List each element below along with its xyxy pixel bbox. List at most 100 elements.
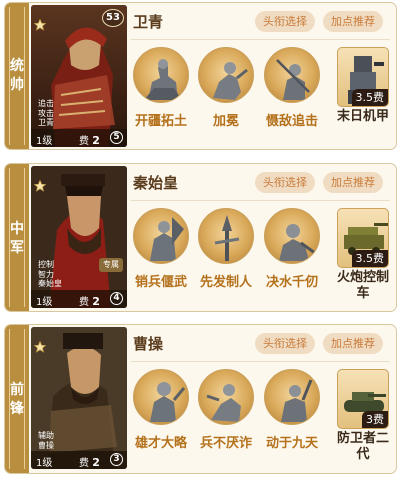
warrior-spear-icon xyxy=(264,47,320,103)
warrior-kneel-icon xyxy=(264,208,320,264)
points-recommend-button[interactable]: 加点推荐 xyxy=(323,172,383,193)
warrior-raise-icon xyxy=(264,369,320,425)
rider-statue-icon xyxy=(133,47,189,103)
skill-3[interactable]: 慑敌追击 xyxy=(261,47,323,129)
hero-name: 曹操 xyxy=(133,335,164,353)
skill-name: 雄才大略 xyxy=(134,436,187,451)
points-recommend-button[interactable]: 加点推荐 xyxy=(323,333,383,354)
trait-text: 追击 xyxy=(38,99,54,108)
hero-cost: 费 2 xyxy=(79,454,100,469)
extra-ring: 3 xyxy=(110,453,123,466)
trait-text: 曹操 xyxy=(38,440,54,450)
general-banner-icon xyxy=(133,208,189,264)
hero-cost: 费 2 xyxy=(79,132,100,147)
trait-text: 攻击 xyxy=(38,108,54,118)
trait-text: 秦始皇 xyxy=(38,279,62,288)
position-char-2: 帅 xyxy=(10,77,24,93)
position-label: 中 军 xyxy=(5,220,29,258)
extra-ring: 5 xyxy=(110,131,123,144)
skill-2[interactable]: 先发制人 xyxy=(195,208,257,290)
star-icon xyxy=(34,19,46,47)
skill-1[interactable]: 开疆拓土 xyxy=(130,47,192,129)
skill-name: 加冕 xyxy=(212,114,239,129)
title-select-button[interactable]: 头衔选择 xyxy=(255,11,315,32)
title-select-button[interactable]: 头衔选择 xyxy=(255,172,315,193)
lineup-card-1: 统 帅 53 追击 攻击 卫青 1级 费 2 5 卫青 头衔选择 加点推荐 开疆… xyxy=(4,2,397,150)
hero-level: 1级 xyxy=(36,297,53,308)
skill-3[interactable]: 决水千仞 xyxy=(261,208,323,290)
star-icon xyxy=(34,341,46,417)
star-rating xyxy=(34,180,48,260)
star-icon xyxy=(34,341,46,369)
hero-stat-bar: 1级 费 2 3 xyxy=(31,451,127,469)
position-char-2: 锋 xyxy=(10,401,24,417)
hero-traits: 控制 智力 秦始皇 xyxy=(38,260,62,289)
hero-name: 卫青 xyxy=(133,13,164,31)
season-badge: 53 xyxy=(102,9,124,27)
hero-traits: 辅助 曹操 xyxy=(38,431,54,450)
skill-name: 慑敌追击 xyxy=(265,114,318,129)
hero-portrait[interactable]: 控制 智力 秦始皇 专属 1级 费 2 4 xyxy=(31,166,127,308)
lineup-card-3: 前 锋 辅助 曹操 1级 费 2 3 曹操 头衔选择 加点推荐 雄才大略 兵不厌… xyxy=(4,324,397,474)
star-icon xyxy=(34,180,46,208)
cannon-cart-icon: 3.5费 xyxy=(337,208,389,268)
skill-name: 销兵偃武 xyxy=(134,275,187,290)
item-cost: 3费 xyxy=(362,411,388,428)
equipment-item[interactable]: 3.5费 末日机甲 xyxy=(333,47,393,125)
position-char-1: 中 xyxy=(10,221,24,237)
warrior-crouch-icon xyxy=(198,47,254,103)
star-rating xyxy=(34,341,48,421)
position-label: 统 帅 xyxy=(5,57,29,95)
star-icon xyxy=(34,19,46,95)
skill-name: 先发制人 xyxy=(199,275,252,290)
trait-text: 控制 xyxy=(38,260,54,269)
cost-value: 2 xyxy=(92,134,100,147)
hero-name: 秦始皇 xyxy=(133,174,179,192)
trait-text: 卫青 xyxy=(38,118,54,127)
divider xyxy=(131,200,390,201)
star-icon xyxy=(34,19,46,79)
hero-traits: 追击 攻击 卫青 xyxy=(38,99,54,128)
skill-name: 决水千仞 xyxy=(265,275,318,290)
cost-value: 2 xyxy=(92,456,100,469)
hero-cost: 费 2 xyxy=(79,293,100,308)
hero-level: 1级 xyxy=(36,136,53,147)
cost-label: 费 xyxy=(79,297,89,308)
points-recommend-button[interactable]: 加点推荐 xyxy=(323,11,383,32)
star-icon xyxy=(34,341,46,401)
mech-icon: 3.5费 xyxy=(337,47,389,107)
cost-label: 费 xyxy=(79,136,89,147)
position-char-2: 军 xyxy=(10,240,24,256)
star-icon xyxy=(34,180,46,240)
skill-name: 动于九天 xyxy=(265,436,318,451)
item-name: 防卫者二代 xyxy=(336,431,389,462)
hero-level: 1级 xyxy=(36,458,53,469)
skill-2[interactable]: 兵不厌诈 xyxy=(195,369,257,451)
title-select-button[interactable]: 头衔选择 xyxy=(255,333,315,354)
skill-1[interactable]: 销兵偃武 xyxy=(130,208,192,290)
divider xyxy=(131,39,390,40)
hero-stat-bar: 1级 费 2 4 xyxy=(31,290,127,308)
skill-1[interactable]: 雄才大略 xyxy=(130,369,192,451)
skill-name: 开疆拓土 xyxy=(134,114,187,129)
hero-portrait[interactable]: 53 追击 攻击 卫青 1级 费 2 5 xyxy=(31,5,127,147)
position-char-1: 前 xyxy=(10,382,24,398)
lineup-card-2: 中 军 控制 智力 秦始皇 专属 1级 费 2 4 秦始皇 头衔选择 加点推荐 … xyxy=(4,163,397,312)
equipment-item[interactable]: 3费 防卫者二代 xyxy=(333,369,393,463)
trait-text: 智力 xyxy=(38,269,54,279)
item-name: 火炮控制车 xyxy=(336,270,389,301)
skill-name: 兵不厌诈 xyxy=(199,436,252,451)
item-cost: 3.5费 xyxy=(351,89,388,106)
skill-3[interactable]: 动于九天 xyxy=(261,369,323,451)
tank-icon: 3费 xyxy=(337,369,389,429)
hero-portrait[interactable]: 辅助 曹操 1级 费 2 3 xyxy=(31,327,127,469)
star-icon xyxy=(34,341,46,385)
position-label: 前 锋 xyxy=(5,381,29,419)
item-name: 末日机甲 xyxy=(336,109,389,124)
warrior-run-icon xyxy=(198,369,254,425)
item-cost: 3.5费 xyxy=(351,250,388,267)
divider xyxy=(131,361,390,362)
skill-2[interactable]: 加冕 xyxy=(195,47,257,129)
hero-stat-bar: 1级 费 2 5 xyxy=(31,129,127,147)
equipment-item[interactable]: 3.5费 火炮控制车 xyxy=(333,208,393,302)
